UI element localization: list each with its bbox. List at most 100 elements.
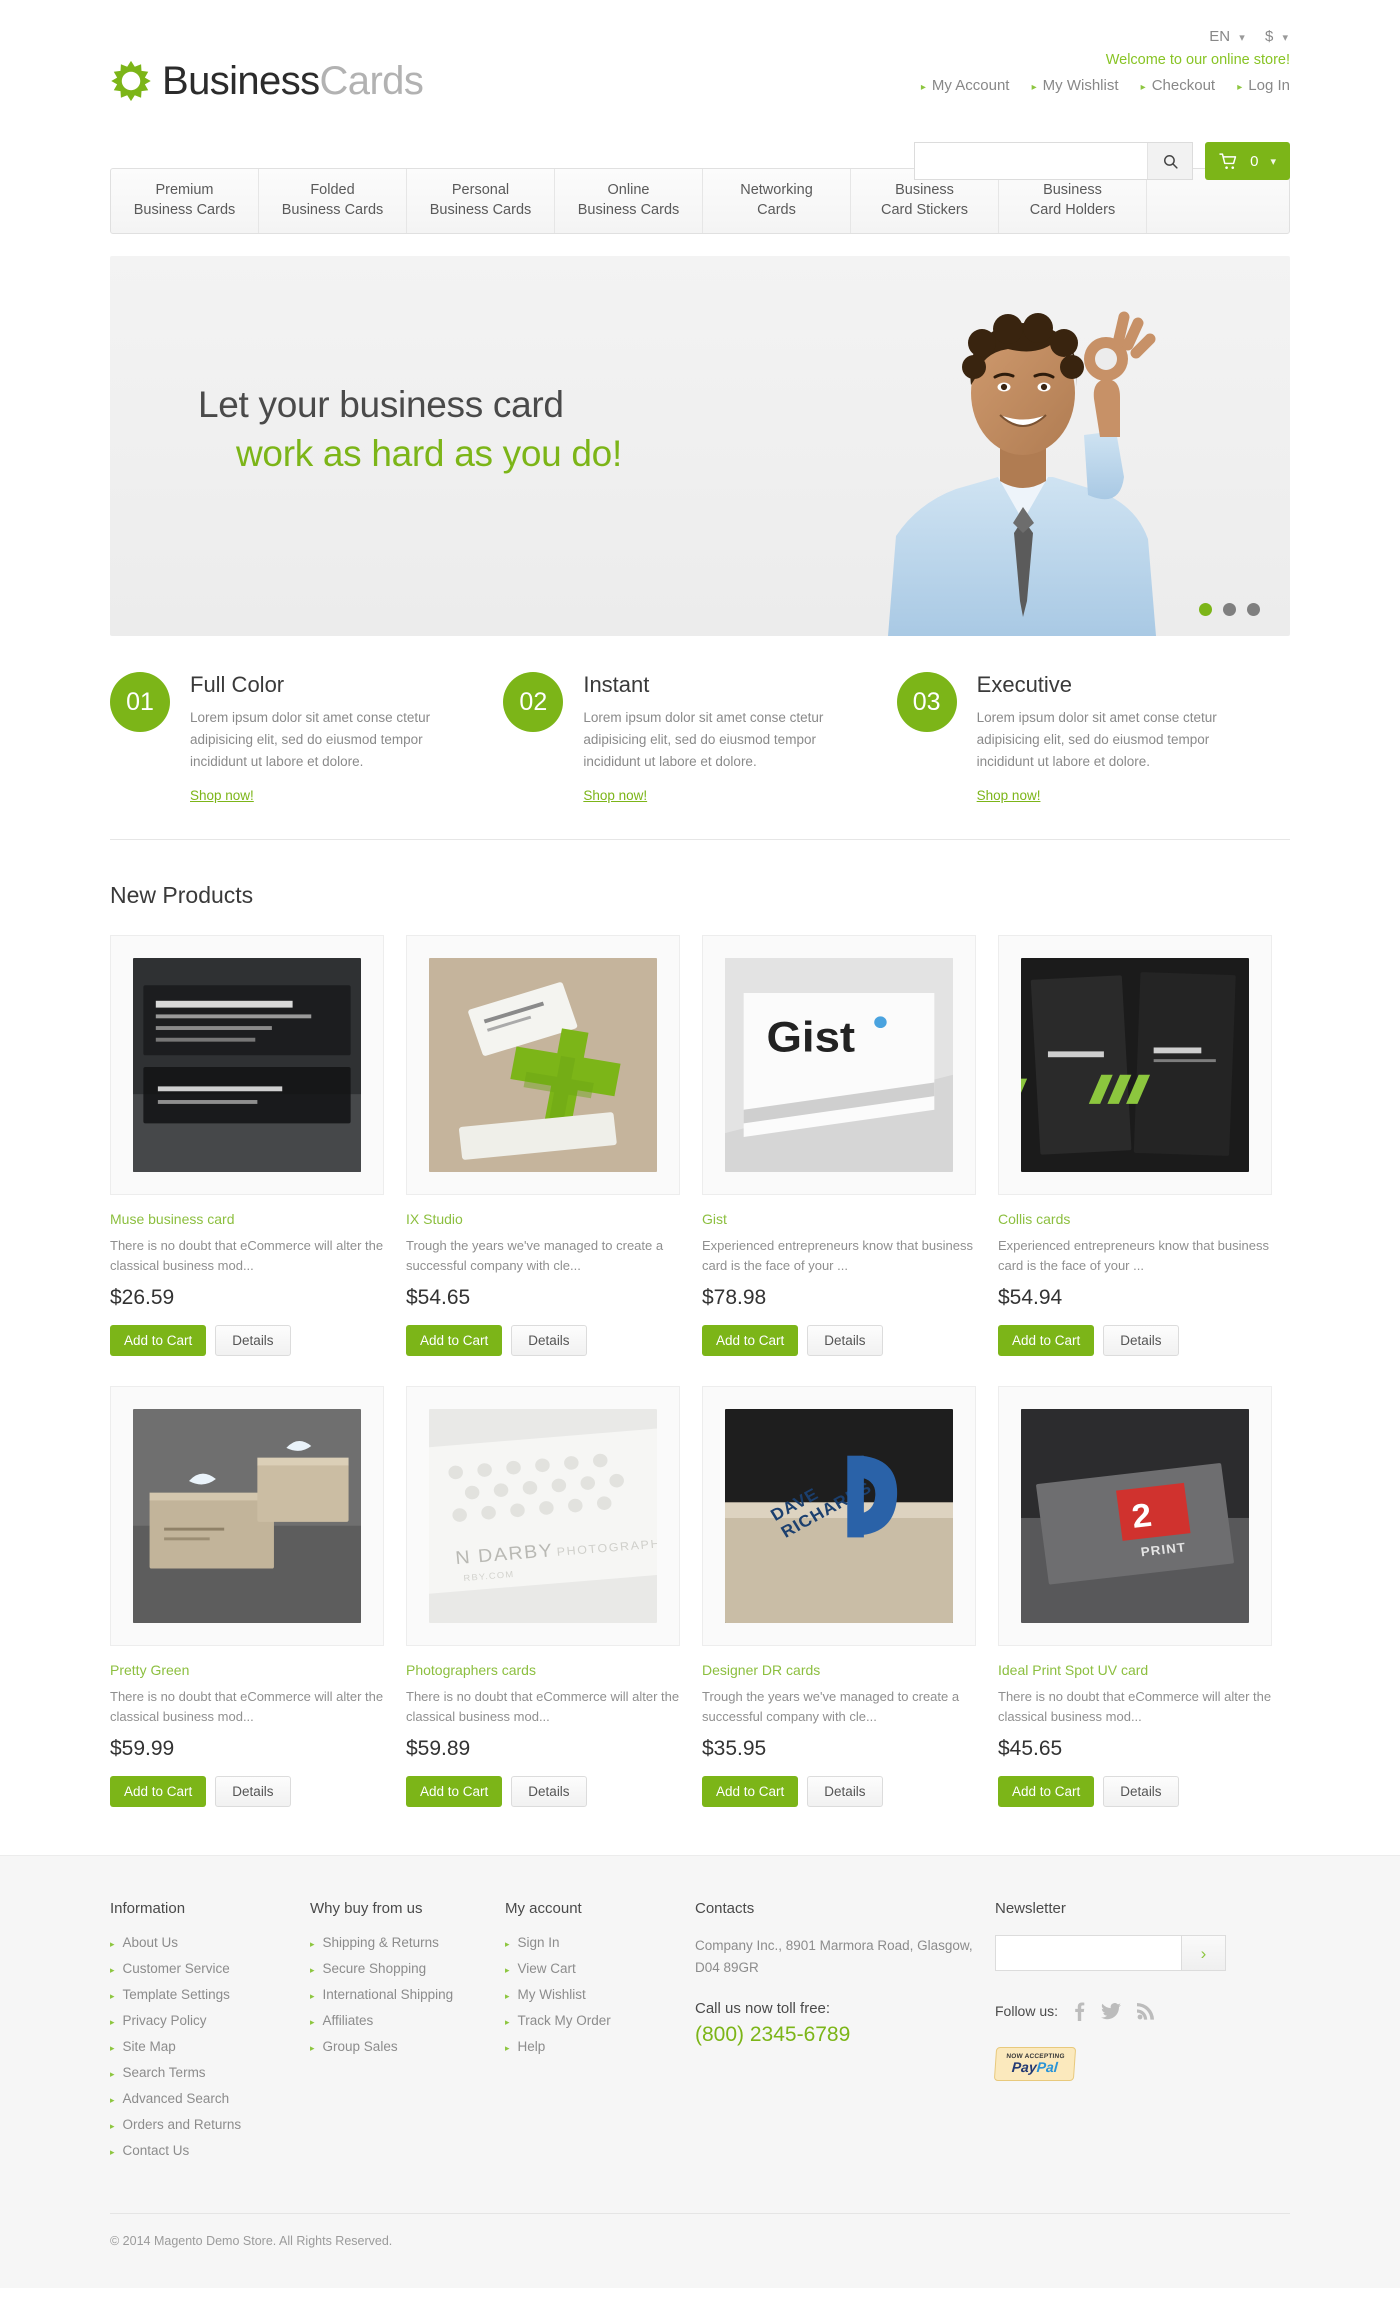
product-image-box[interactable]: N DARBY PHOTOGRAPHER RBY.COM xyxy=(406,1385,680,1646)
details-button[interactable]: Details xyxy=(215,1324,291,1356)
details-button[interactable]: Details xyxy=(807,1324,883,1356)
paypal-badge[interactable]: NOW ACCEPTING PayPal xyxy=(993,2047,1077,2082)
product-image-box[interactable] xyxy=(110,1385,384,1646)
language-switcher[interactable]: EN ▾ xyxy=(1209,28,1245,45)
arrow-right-icon: ▸ xyxy=(110,2147,115,2158)
newsletter-email-input[interactable] xyxy=(995,1935,1181,1972)
product-card: 2 PRINT Ideal Print Spot UV card There i… xyxy=(998,1385,1272,1808)
dark-textured-card-photo xyxy=(133,957,361,1172)
list-item: ▸ Sign In xyxy=(505,1935,695,1950)
arrow-right-icon: ▸ xyxy=(110,2069,115,2080)
language-value: EN xyxy=(1209,28,1231,45)
contact-call-label: Call us now toll free: xyxy=(695,2000,831,2018)
footer-link-template-settings[interactable]: ▸ Template Settings xyxy=(110,1987,230,2002)
product-name-link[interactable]: Designer DR cards xyxy=(702,1662,976,1678)
arrow-right-icon: ▸ xyxy=(310,1991,315,2002)
add-to-cart-button[interactable]: Add to Cart xyxy=(702,1776,799,1808)
add-to-cart-button[interactable]: Add to Cart xyxy=(406,1324,503,1356)
product-actions: Add to Cart Details xyxy=(998,1776,1272,1808)
footer-link-international-shipping[interactable]: ▸ International Shipping xyxy=(310,1987,453,2002)
product-image-box[interactable] xyxy=(998,934,1272,1195)
footer-link-about-us[interactable]: ▸ About Us xyxy=(110,1935,178,1950)
footer-link-search-terms[interactable]: ▸ Search Terms xyxy=(110,2065,206,2080)
footer-link-affiliates[interactable]: ▸ Affiliates xyxy=(310,2013,373,2028)
footer-link-secure-shopping[interactable]: ▸ Secure Shopping xyxy=(310,1961,426,1976)
details-button[interactable]: Details xyxy=(807,1776,883,1808)
nav-item-online-business-cards[interactable]: Online Business Cards xyxy=(555,169,703,233)
cart-button[interactable]: 0 ▾ xyxy=(1205,142,1290,180)
nav-item-networking-cards[interactable]: Networking Cards xyxy=(703,169,851,233)
rss-icon[interactable] xyxy=(1137,2002,1155,2020)
arrow-right-icon: ▸ xyxy=(1237,82,1243,93)
product-name-link[interactable]: Photographers cards xyxy=(406,1662,680,1678)
product-name-link[interactable]: Muse business card xyxy=(110,1211,384,1227)
product-image-box[interactable] xyxy=(110,934,384,1195)
hero-dot-2[interactable] xyxy=(1223,603,1236,616)
add-to-cart-button[interactable]: Add to Cart xyxy=(110,1324,207,1356)
link-label: Site Map xyxy=(122,2039,176,2055)
add-to-cart-button[interactable]: Add to Cart xyxy=(110,1776,207,1808)
footer-column-newsletter: Newsletter › Follow us: NOW ACCEPTING Pa… xyxy=(993,1900,1290,2169)
footer-link-track-my-order[interactable]: ▸ Track My Order xyxy=(505,2013,611,2028)
svg-text:Gist: Gist xyxy=(766,1013,855,1060)
nav-item-personal-business-cards[interactable]: Personal Business Cards xyxy=(407,169,555,233)
link-checkout[interactable]: ▸ Checkout xyxy=(1141,77,1215,94)
footer-link-help[interactable]: ▸ Help xyxy=(505,2039,545,2054)
footer-link-my-wishlist[interactable]: ▸ My Wishlist xyxy=(505,1987,586,2002)
product-actions: Add to Cart Details xyxy=(702,1776,976,1808)
feature-shop-now-link[interactable]: Shop now! xyxy=(583,788,647,803)
add-to-cart-button[interactable]: Add to Cart xyxy=(702,1324,799,1356)
product-description: There is no doubt that eCommerce will al… xyxy=(110,1237,384,1273)
product-image-box[interactable]: 2 PRINT xyxy=(998,1385,1272,1646)
link-my-account[interactable]: ▸ My Account xyxy=(921,77,1010,94)
currency-switcher[interactable]: $ ▾ xyxy=(1265,28,1288,45)
chevron-right-icon: › xyxy=(1200,1943,1207,1963)
link-my-wishlist[interactable]: ▸ My Wishlist xyxy=(1032,77,1119,94)
footer-link-orders-and-returns[interactable]: ▸ Orders and Returns xyxy=(110,2117,241,2132)
footer-link-site-map[interactable]: ▸ Site Map xyxy=(110,2039,176,2054)
nav-item-premium-business-cards[interactable]: Premium Business Cards xyxy=(111,169,259,233)
footer-link-advanced-search[interactable]: ▸ Advanced Search xyxy=(110,2091,229,2106)
product-image-box[interactable]: Gist xyxy=(702,934,976,1195)
feature-number: 03 xyxy=(896,672,957,732)
add-to-cart-button[interactable]: Add to Cart xyxy=(998,1776,1095,1808)
feature-title: Executive xyxy=(976,672,1073,697)
details-button[interactable]: Details xyxy=(1103,1324,1179,1356)
site-logo[interactable]: BusinessCards xyxy=(110,60,424,102)
footer-link-privacy-policy[interactable]: ▸ Privacy Policy xyxy=(110,2013,207,2028)
footer-link-group-sales[interactable]: ▸ Group Sales xyxy=(310,2039,398,2054)
details-button[interactable]: Details xyxy=(215,1776,291,1808)
details-button[interactable]: Details xyxy=(511,1324,587,1356)
add-to-cart-button[interactable]: Add to Cart xyxy=(998,1324,1095,1356)
hero-dot-1[interactable] xyxy=(1199,603,1212,616)
facebook-icon[interactable] xyxy=(1074,2001,1085,2022)
link-log-in[interactable]: ▸ Log In xyxy=(1237,77,1290,94)
newsletter-submit-button[interactable]: › xyxy=(1181,1935,1226,1972)
product-name-link[interactable]: Gist xyxy=(702,1211,976,1227)
contact-phone[interactable]: (800) 2345-6789 xyxy=(695,2023,995,2047)
feature-shop-now-link[interactable]: Shop now! xyxy=(190,788,254,803)
product-name-link[interactable]: Ideal Print Spot UV card xyxy=(998,1662,1272,1678)
product-name-link[interactable]: Collis cards xyxy=(998,1211,1272,1227)
arrow-right-icon: ▸ xyxy=(505,1965,510,1976)
footer-link-view-cart[interactable]: ▸ View Cart xyxy=(505,1961,576,1976)
search-input[interactable] xyxy=(915,143,1148,179)
hero-dot-3[interactable] xyxy=(1247,603,1260,616)
nav-item-folded-business-cards[interactable]: Folded Business Cards xyxy=(259,169,407,233)
product-name-link[interactable]: Pretty Green xyxy=(110,1662,384,1678)
details-button[interactable]: Details xyxy=(1103,1776,1179,1808)
twitter-icon[interactable] xyxy=(1101,2002,1122,2020)
footer-link-customer-service[interactable]: ▸ Customer Service xyxy=(110,1961,230,1976)
footer-link-sign-in[interactable]: ▸ Sign In xyxy=(505,1935,560,1950)
product-name-link[interactable]: IX Studio xyxy=(406,1211,680,1227)
list-item: ▸ Advanced Search xyxy=(110,2091,310,2106)
search-button[interactable] xyxy=(1147,143,1193,179)
product-image-box[interactable]: DAVE RICHARDS xyxy=(702,1385,976,1646)
footer-columns: Information ▸ About Us ▸ Customer Service … xyxy=(110,1900,1290,2169)
product-image-box[interactable] xyxy=(406,934,680,1195)
feature-shop-now-link[interactable]: Shop now! xyxy=(977,788,1041,803)
footer-link-contact-us[interactable]: ▸ Contact Us xyxy=(110,2143,189,2158)
footer-link-shipping-returns[interactable]: ▸ Shipping & Returns xyxy=(310,1935,439,1950)
details-button[interactable]: Details xyxy=(511,1776,587,1808)
add-to-cart-button[interactable]: Add to Cart xyxy=(406,1776,503,1808)
